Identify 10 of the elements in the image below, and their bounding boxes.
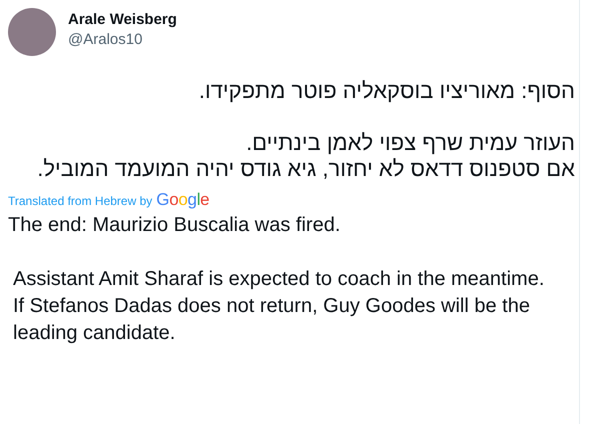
avatar-photo-placeholder[interactable] xyxy=(8,8,56,56)
translated-text-line: Assistant Amit Sharaf is expected to coach in the meantime. xyxy=(12,267,546,292)
tweet-text-line: אם סטפנוס דדאס לא יחזור, גיא גודס יהיה המועמד המוביל. xyxy=(36,156,575,182)
translated-text-line: The end: Maurizio Buscalia was fired. xyxy=(8,213,342,238)
author-name[interactable]: Arale Weisberg xyxy=(68,10,177,28)
translator-logo: Google xyxy=(156,190,210,210)
translated-text-line: If Stefanos Dadas does not return, Guy Goodes will be the leading candidate. xyxy=(12,294,531,346)
tweet-text-line: העוזר עמית שרף צפוי לאמן בינתיים. xyxy=(245,130,575,156)
tweet-text-line: הסוף: מאוריציו בוסקאליה פוטר מתפקידו. xyxy=(198,78,575,104)
author-handle[interactable]: @Aralos10 xyxy=(68,30,177,48)
